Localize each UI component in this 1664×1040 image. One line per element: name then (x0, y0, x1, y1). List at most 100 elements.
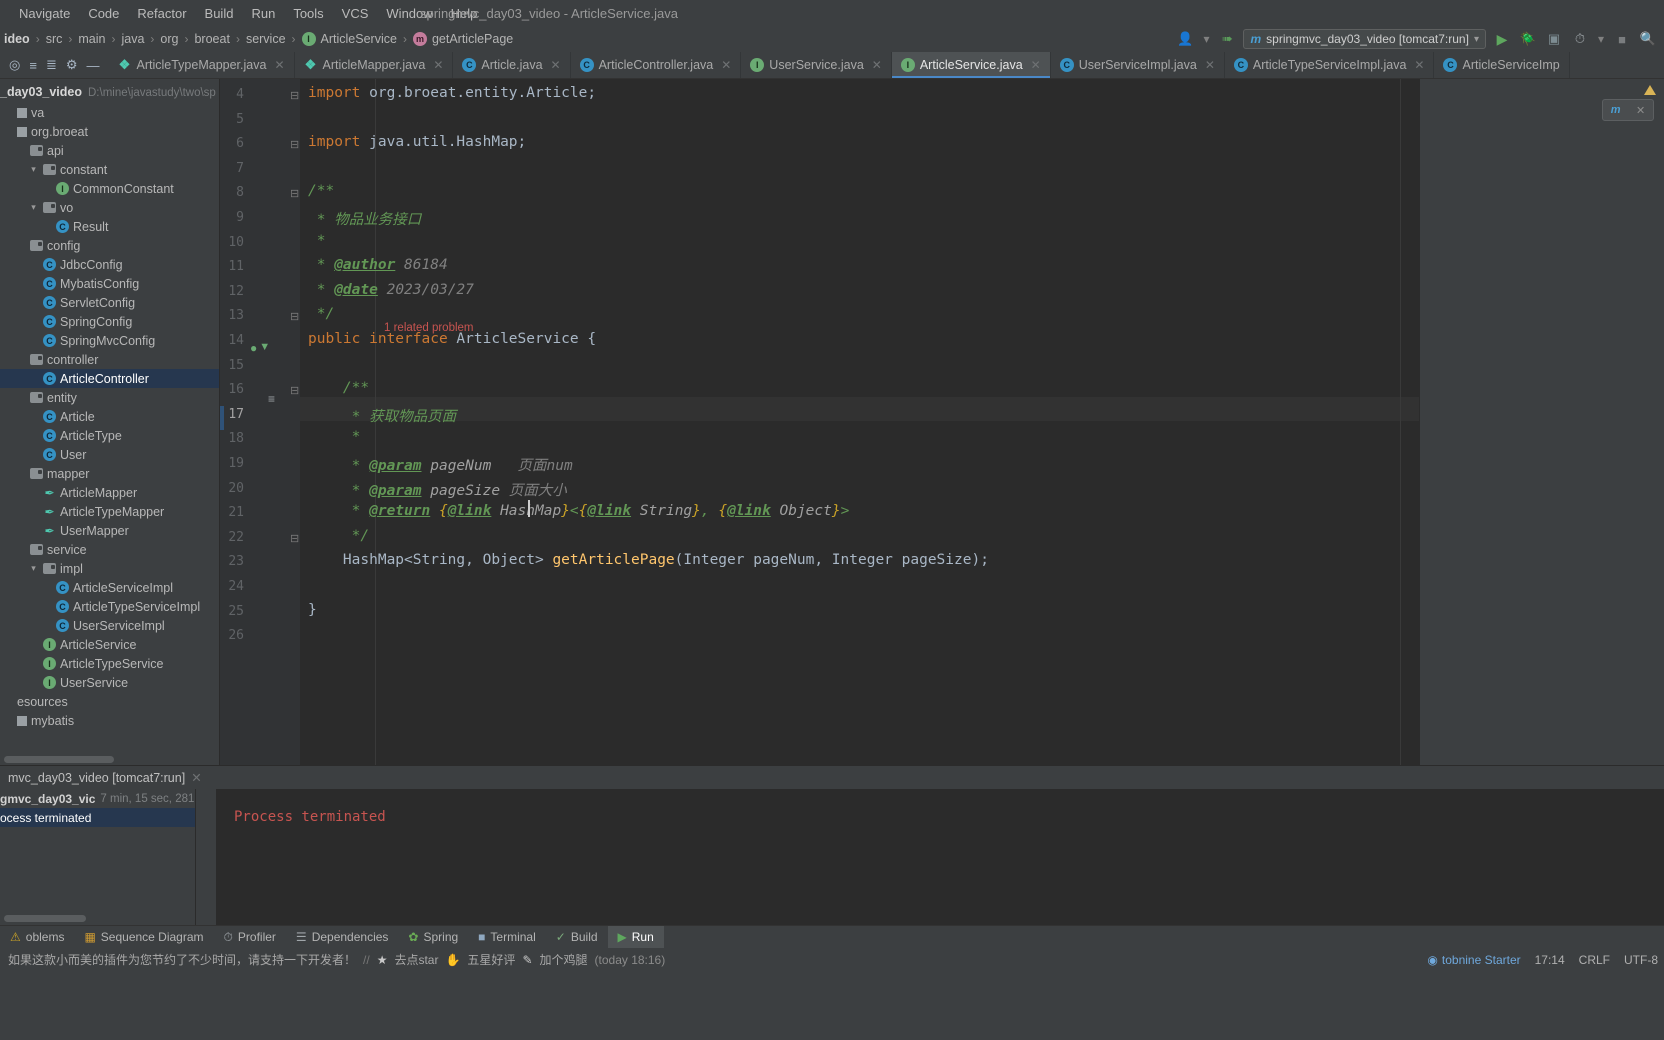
tree-item-articleservice[interactable]: I ArticleService (0, 635, 219, 654)
run-tree-hscrollbar[interactable] (4, 915, 86, 922)
tree-item-impl[interactable]: ▾ impl (0, 559, 219, 578)
tree-item-articlecontroller[interactable]: C ArticleController (0, 369, 219, 388)
menu-item-vcs[interactable]: VCS (333, 6, 378, 21)
chevron-down-icon[interactable]: ▾ (28, 202, 39, 213)
close-icon[interactable]: ✕ (274, 58, 284, 72)
user-account-icon[interactable]: 👤 (1175, 29, 1195, 49)
close-icon[interactable]: ✕ (1636, 104, 1645, 117)
run-tree-row-status[interactable]: ocess terminated (0, 808, 195, 827)
tree-item-controller[interactable]: controller (0, 350, 219, 369)
editor-tab-userserviceimpl[interactable]: C UserServiceImpl.java ✕ (1051, 52, 1225, 78)
tool-button-problems[interactable]: ⚠ oblems (0, 926, 74, 949)
chevron-down-icon[interactable]: ▾ (1474, 34, 1479, 45)
update-project-icon[interactable]: ➠ (1217, 29, 1237, 49)
floating-toolbar[interactable]: m ✕ (1602, 99, 1654, 121)
tree-item-articletype[interactable]: C ArticleType (0, 426, 219, 445)
tree-item-articletypeserviceimpl[interactable]: C ArticleTypeServiceImpl (0, 597, 219, 616)
hide-icon[interactable]: — (87, 58, 100, 73)
tree-item-mapper[interactable]: mapper (0, 464, 219, 483)
menu-item-run[interactable]: Run (242, 6, 284, 21)
editor-tab-articletypeserviceimpl[interactable]: C ArticleTypeServiceImpl.java ✕ (1225, 52, 1435, 78)
chevron-down-icon[interactable]: ▾ (28, 563, 39, 574)
tree-item-mybatis[interactable]: mybatis (0, 711, 219, 730)
tree-item-constant[interactable]: ▾ constant (0, 160, 219, 179)
breadcrumb-item-main[interactable]: main (74, 32, 109, 46)
collapse-all-icon[interactable]: ≣ (46, 57, 57, 73)
gutter-implementation-icons[interactable]: ● ▼ (250, 341, 270, 355)
code-editor[interactable]: 4 5 6 7 8 9 10 11 12 13 14 15 16 17 18 19 20 21 22 23 24 25 26… (220, 79, 1664, 765)
status-link-review[interactable]: 五星好评 (467, 951, 515, 968)
code-fold-icon[interactable]: ⊟ (290, 138, 299, 151)
menu-item-build[interactable]: Build (196, 6, 243, 21)
tool-button-run[interactable]: ▶ Run (607, 925, 664, 949)
project-root-row[interactable]: _day03_video D:\mine\javastudy\two\sp (0, 79, 219, 103)
editor-tab-articletypemapper[interactable]: ❖ ArticleTypeMapper.java ✕ (109, 52, 295, 78)
project-tree-hscrollbar[interactable] (4, 756, 114, 763)
chevron-down-icon[interactable]: ▾ (1596, 32, 1606, 46)
breadcrumb-item-java[interactable]: java (117, 32, 148, 46)
run-tab[interactable]: mvc_day03_video [tomcat7:run] ✕ (0, 766, 210, 789)
tree-item-esources[interactable]: esources (0, 692, 219, 711)
code-fold-icon[interactable]: ⊟ (290, 532, 299, 545)
menu-item-tools[interactable]: Tools (284, 6, 332, 21)
tree-item-springmvcconfig[interactable]: C SpringMvcConfig (0, 331, 219, 350)
breadcrumb-item-getarticlepage[interactable]: m getArticlePage (409, 32, 517, 46)
close-icon[interactable]: ✕ (191, 770, 201, 785)
close-icon[interactable]: ✕ (551, 58, 561, 72)
status-link-donate[interactable]: 加个鸡腿 (540, 951, 588, 968)
editor-gutter[interactable]: 4 5 6 7 8 9 10 11 12 13 14 15 16 17 18 19 20 21 22 23 24 25 26… (220, 79, 300, 765)
editor-tab-articlecontroller[interactable]: C ArticleController.java ✕ (571, 52, 742, 78)
breadcrumb-item-org[interactable]: org (156, 32, 182, 46)
run-toolbar[interactable] (196, 789, 216, 925)
tree-item-userserviceimpl[interactable]: C UserServiceImpl (0, 616, 219, 635)
editor-tab-article[interactable]: C Article.java ✕ (453, 52, 571, 78)
tool-button-build[interactable]: ✓ Build (546, 926, 608, 949)
tree-item-springconfig[interactable]: C SpringConfig (0, 312, 219, 331)
tree-item-vo[interactable]: ▾ vo (0, 198, 219, 217)
close-icon[interactable]: ✕ (1414, 58, 1424, 72)
debug-button[interactable]: 🪲 (1518, 29, 1538, 49)
tree-item-va[interactable]: va (0, 103, 219, 122)
breadcrumb-item-service[interactable]: service (242, 32, 290, 46)
tool-button-spring[interactable]: ✿ Spring (398, 926, 468, 949)
code-text-area[interactable]: import org.broeat.entity.Article; import … (300, 79, 1419, 765)
tree-item-userservice[interactable]: I UserService (0, 673, 219, 692)
close-icon[interactable]: ✕ (433, 58, 443, 72)
tool-button-sequence-diagram[interactable]: ▦ Sequence Diagram (74, 926, 213, 949)
tree-item-commonconstant[interactable]: I CommonConstant (0, 179, 219, 198)
tree-item-org-broeat[interactable]: org.broeat (0, 122, 219, 141)
plugin-indicator[interactable]: ◉ tobnine Starter (1427, 953, 1520, 967)
tree-item-articlemapper[interactable]: ✒ ArticleMapper (0, 483, 219, 502)
tool-button-dependencies[interactable]: ☰ Dependencies (286, 926, 399, 949)
run-configuration-selector[interactable]: m springmvc_day03_video [tomcat7:run] ▾ (1243, 29, 1486, 49)
close-icon[interactable]: ✕ (1031, 58, 1041, 72)
editor-tab-userservice[interactable]: I UserService.java ✕ (741, 52, 892, 78)
status-line-separator[interactable]: CRLF (1579, 953, 1610, 967)
tree-item-api[interactable]: api (0, 141, 219, 160)
tree-item-mybatisconfig[interactable]: C MybatisConfig (0, 274, 219, 293)
tree-item-usermapper[interactable]: ✒ UserMapper (0, 521, 219, 540)
tree-item-servletconfig[interactable]: C ServletConfig (0, 293, 219, 312)
search-icon[interactable]: 🔍 (1638, 29, 1658, 49)
chevron-down-icon[interactable]: ▾ (28, 164, 39, 175)
tree-item-config[interactable]: config (0, 236, 219, 255)
related-problem-hint[interactable]: 1 related problem (384, 322, 474, 334)
locate-file-icon[interactable]: ◎ (9, 57, 20, 73)
expand-all-icon[interactable]: ≡ (29, 58, 37, 73)
profiler-button[interactable]: ⏱ (1570, 29, 1590, 49)
tree-item-articletypemapper[interactable]: ✒ ArticleTypeMapper (0, 502, 219, 521)
breadcrumb-item-module[interactable]: ideo (0, 32, 34, 46)
close-icon[interactable]: ✕ (1205, 58, 1215, 72)
tree-item-articleserviceimpl[interactable]: C ArticleServiceImpl (0, 578, 219, 597)
breadcrumb-item-src[interactable]: src (42, 32, 67, 46)
run-tree-row-config[interactable]: gmvc_day03_vic 7 min, 15 sec, 281 ms (0, 789, 195, 808)
tool-button-profiler[interactable]: ⏱ Profiler (214, 926, 286, 949)
menu-item-navigate[interactable]: Navigate (10, 6, 79, 21)
tree-item-articletypeservice[interactable]: I ArticleTypeService (0, 654, 219, 673)
status-encoding[interactable]: UTF-8 (1624, 953, 1658, 967)
javadoc-render-icon[interactable]: ≡ (268, 392, 275, 406)
breadcrumb-item-articleservice[interactable]: I ArticleService (298, 32, 401, 46)
project-tool-window[interactable]: _day03_video D:\mine\javastudy\two\sp va… (0, 79, 220, 765)
editor-tab-articleservice[interactable]: I ArticleService.java ✕ (891, 52, 1051, 78)
stop-button[interactable]: ■ (1612, 29, 1632, 49)
